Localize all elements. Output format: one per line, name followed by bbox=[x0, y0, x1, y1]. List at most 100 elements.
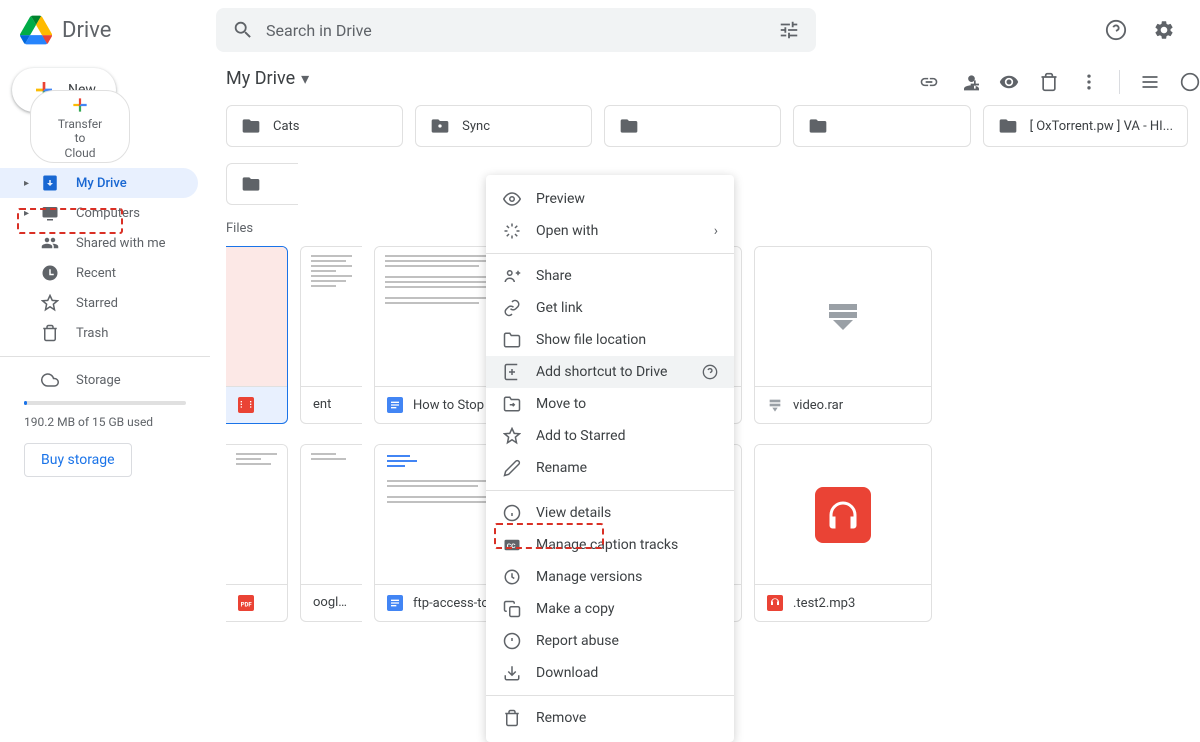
trash-icon bbox=[40, 324, 60, 342]
menu-manage-captions[interactable]: CCManage caption tracks bbox=[486, 529, 734, 561]
menu-get-link[interactable]: Get link bbox=[486, 292, 734, 324]
settings-icon[interactable] bbox=[1144, 10, 1184, 50]
gdoc-icon bbox=[387, 595, 403, 611]
rar-preview-icon bbox=[829, 304, 857, 330]
folder-card[interactable]: Sync bbox=[415, 105, 592, 147]
move-icon bbox=[502, 395, 522, 413]
share-icon[interactable] bbox=[951, 64, 987, 100]
menu-view-details[interactable]: View details bbox=[486, 497, 734, 529]
sidebar-item-my-drive[interactable]: ▸ My Drive bbox=[0, 168, 198, 198]
transfer-to-cloud-button[interactable]: TransfertoCloud bbox=[30, 90, 130, 163]
cc-icon: CC bbox=[502, 536, 522, 554]
sidebar-item-label: Recent bbox=[76, 266, 116, 281]
context-menu: Preview Open with› Share Get link Show f… bbox=[486, 175, 734, 742]
info-icon[interactable] bbox=[1172, 64, 1200, 100]
storage-used-text: 190.2 MB of 15 GB used bbox=[0, 411, 210, 433]
menu-show-location[interactable]: Show file location bbox=[486, 324, 734, 356]
file-card[interactable]: oogle-d... bbox=[300, 444, 362, 622]
get-link-icon[interactable] bbox=[911, 64, 947, 100]
buy-storage-button[interactable]: Buy storage bbox=[24, 443, 132, 477]
menu-share[interactable]: Share bbox=[486, 260, 734, 292]
share-icon bbox=[502, 267, 522, 285]
help-icon[interactable] bbox=[702, 364, 718, 380]
folder-card[interactable] bbox=[604, 105, 781, 147]
menu-open-with[interactable]: Open with› bbox=[486, 215, 734, 247]
search-icon bbox=[232, 19, 254, 41]
drive-logo[interactable] bbox=[16, 10, 56, 50]
menu-add-starred[interactable]: Add to Starred bbox=[486, 420, 734, 452]
tune-icon[interactable] bbox=[778, 19, 800, 41]
sidebar-item-starred[interactable]: ▸ Starred bbox=[0, 288, 198, 318]
gdoc-icon bbox=[387, 397, 403, 413]
file-name: .test2.mp3 bbox=[793, 596, 855, 611]
list-view-icon[interactable] bbox=[1132, 64, 1168, 100]
menu-preview[interactable]: Preview bbox=[486, 183, 734, 215]
open-with-icon bbox=[502, 222, 522, 240]
preview-icon[interactable] bbox=[991, 64, 1027, 100]
eye-icon bbox=[502, 190, 522, 208]
menu-report-abuse[interactable]: Report abuse bbox=[486, 625, 734, 657]
menu-rename[interactable]: Rename bbox=[486, 452, 734, 484]
folder-icon bbox=[998, 116, 1018, 136]
sidebar-item-label: My Drive bbox=[76, 176, 127, 191]
chevron-right-icon: › bbox=[714, 223, 718, 239]
svg-text:CC: CC bbox=[507, 542, 516, 550]
dropdown-icon[interactable]: ▾ bbox=[301, 69, 309, 88]
file-name: oogle-d... bbox=[313, 595, 350, 610]
sidebar-item-recent[interactable]: ▸ Recent bbox=[0, 258, 198, 288]
help-icon[interactable] bbox=[1096, 10, 1136, 50]
file-card[interactable]: ent bbox=[300, 246, 362, 424]
expand-icon[interactable]: ▸ bbox=[24, 178, 36, 189]
file-card[interactable]: video.rar bbox=[754, 246, 932, 424]
folder-name: Cats bbox=[273, 119, 300, 134]
menu-manage-versions[interactable]: Manage versions bbox=[486, 561, 734, 593]
menu-move-to[interactable]: Move to bbox=[486, 388, 734, 420]
drive-icon bbox=[40, 174, 60, 192]
sidebar-item-storage[interactable]: ▸ Storage bbox=[0, 365, 198, 395]
star-icon bbox=[502, 427, 522, 445]
sidebar-item-computers[interactable]: ▸ Computers bbox=[0, 198, 198, 228]
folder-icon bbox=[241, 174, 261, 194]
search-bar[interactable]: Search in Drive bbox=[216, 8, 816, 52]
folder-card[interactable] bbox=[226, 163, 298, 205]
file-card[interactable]: .test2.mp3 bbox=[754, 444, 932, 622]
folder-name: [ OxTorrent.pw ] VA - HI... bbox=[1030, 119, 1173, 134]
file-card[interactable]: PDF bbox=[226, 444, 288, 622]
report-icon bbox=[502, 632, 522, 650]
folder-name: Sync bbox=[462, 119, 490, 134]
link-icon bbox=[502, 299, 522, 317]
sidebar-item-label: Starred bbox=[76, 296, 118, 311]
sidebar-item-shared[interactable]: ▸ Shared with me bbox=[0, 228, 198, 258]
storage-label: Storage bbox=[76, 373, 121, 388]
folder-card[interactable]: Cats bbox=[226, 105, 403, 147]
sidebar-item-label: Trash bbox=[76, 326, 108, 341]
trash-icon bbox=[502, 709, 522, 727]
expand-icon[interactable]: ▸ bbox=[24, 208, 36, 219]
audio-preview-icon bbox=[815, 487, 871, 543]
more-icon[interactable] bbox=[1071, 64, 1107, 100]
remove-icon[interactable] bbox=[1031, 64, 1067, 100]
video-icon bbox=[238, 397, 254, 413]
breadcrumb-title[interactable]: My Drive bbox=[226, 68, 295, 89]
folder-icon bbox=[502, 331, 522, 349]
sidebar-item-label: Computers bbox=[76, 206, 140, 221]
pdf-icon: PDF bbox=[238, 595, 254, 611]
audio-icon bbox=[767, 595, 783, 611]
menu-download[interactable]: Download bbox=[486, 657, 734, 689]
sidebar-item-label: Shared with me bbox=[76, 236, 166, 251]
rename-icon bbox=[502, 459, 522, 477]
menu-remove[interactable]: Remove bbox=[486, 702, 734, 734]
storage-bar bbox=[24, 401, 186, 405]
menu-add-shortcut[interactable]: Add shortcut to Drive bbox=[486, 356, 734, 388]
download-icon bbox=[502, 664, 522, 682]
sidebar-item-trash[interactable]: ▸ Trash bbox=[0, 318, 198, 348]
file-card[interactable] bbox=[226, 246, 288, 424]
file-name: ent bbox=[313, 397, 331, 412]
cloud-icon bbox=[40, 371, 60, 389]
folder-icon bbox=[619, 116, 639, 136]
folder-card[interactable] bbox=[793, 105, 970, 147]
menu-make-copy[interactable]: Make a copy bbox=[486, 593, 734, 625]
app-name: Drive bbox=[62, 18, 111, 43]
recent-icon bbox=[40, 264, 60, 282]
folder-card[interactable]: [ OxTorrent.pw ] VA - HI... bbox=[983, 105, 1188, 147]
